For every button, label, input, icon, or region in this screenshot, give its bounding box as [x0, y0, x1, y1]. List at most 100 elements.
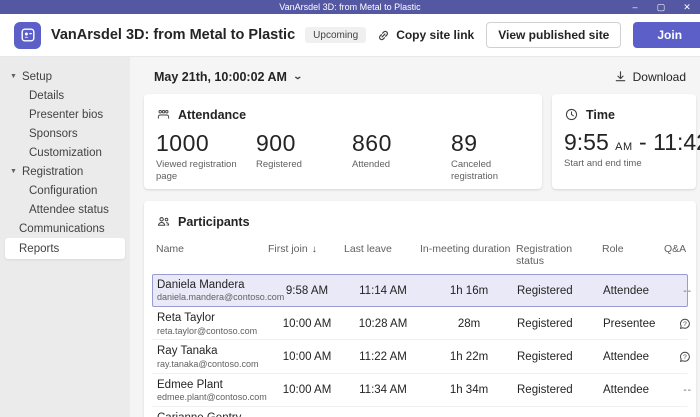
participants-table: Daniela Mandera daniela.mandera@contoso.…: [144, 274, 696, 417]
stat-label: Attended: [352, 159, 440, 171]
sidebar-item-label: Registration: [22, 166, 83, 178]
event-title: VanArsdel 3D: from Metal to Plastic: [51, 27, 295, 43]
last-leave-cell: 11:34 AM: [345, 384, 421, 396]
participant-email: edmee.plant@contoso.com: [157, 392, 269, 403]
stat: 1000 Viewed registration page: [156, 130, 256, 183]
role-cell: Presentee: [603, 318, 665, 330]
status-badge: Upcoming: [305, 27, 366, 43]
sidebar-item[interactable]: Reports: [5, 238, 125, 259]
stat: 860 Attended: [352, 130, 451, 183]
participant-email: reta.taylor@contoso.com: [157, 326, 269, 337]
first-join-cell: 10:00 AM: [269, 318, 345, 330]
sidebar-item-label: Setup: [22, 71, 52, 83]
sidebar-item[interactable]: Communications: [5, 219, 125, 238]
time-subtitle: Start and end time: [552, 156, 696, 169]
webinar-app-icon: [14, 22, 41, 49]
registration-status-cell: Registered: [517, 285, 603, 297]
registration-status-cell: Registered: [517, 318, 603, 330]
first-join-cell: 9:58 AM: [269, 285, 345, 297]
copy-site-link-button[interactable]: Copy site link: [376, 28, 474, 43]
stat-value: 860: [352, 130, 451, 157]
sidebar-item-label: Configuration: [29, 185, 97, 197]
last-leave-cell: 11:14 AM: [345, 285, 421, 297]
participant-row[interactable]: Edmee Plant edmee.plant@contoso.com 10:0…: [152, 374, 688, 407]
role-cell: Attendee: [603, 351, 665, 363]
join-button[interactable]: Join: [633, 22, 700, 48]
participants-icon: [156, 214, 171, 229]
window-title: VanArsdel 3D: from Metal to Plastic: [0, 2, 700, 12]
sidebar-item[interactable]: Presenter bios: [5, 105, 125, 124]
sidebar-item[interactable]: Customization: [5, 143, 125, 162]
report-toolbar: May 21th, 10:00:02 AM ⌄ Download: [142, 65, 696, 94]
participant-row[interactable]: Daniela Mandera daniela.mandera@contoso.…: [152, 274, 688, 307]
participant-name: Daniela Mandera: [157, 278, 269, 292]
duration-cell: 1h 16m: [421, 285, 517, 297]
sidebar-item-label: Reports: [19, 243, 59, 255]
maximize-button[interactable]: ▢: [648, 0, 674, 14]
participants-table-header: Name First join↓ Last leave In-meeting d…: [144, 235, 696, 274]
sidebar-item-label: Presenter bios: [29, 109, 103, 121]
close-button[interactable]: ✕: [674, 0, 700, 14]
svg-text:?: ?: [683, 321, 687, 328]
stat-value: 1000: [156, 130, 256, 157]
chevron-down-icon: ⌄: [292, 71, 303, 82]
duration-cell: 1h 34m: [421, 384, 517, 396]
column-header[interactable]: Role: [602, 243, 664, 267]
sidebar-item[interactable]: Details: [5, 86, 125, 105]
sort-descending-icon: ↓: [312, 244, 317, 255]
clock-icon: [564, 107, 579, 122]
attendance-card-title: Attendance: [178, 108, 246, 122]
participant-row[interactable]: Carianne Gentry carianne.gentry@contoso.…: [152, 407, 688, 417]
attendance-icon: [156, 107, 171, 122]
view-published-site-button[interactable]: View published site: [486, 22, 621, 48]
participant-row[interactable]: Reta Taylor reta.taylor@contoso.com 10:0…: [152, 307, 688, 340]
attendance-card: Attendance 1000 Viewed registration page…: [144, 94, 542, 189]
webinar-icon: [20, 27, 36, 43]
sidebar: ▼ Setup Details Presenter bios Sponsors …: [0, 57, 130, 417]
sidebar-item[interactable]: Sponsors: [5, 124, 125, 143]
column-header[interactable]: In-meeting duration: [420, 243, 516, 267]
session-date-dropdown[interactable]: May 21th, 10:00:02 AM ⌄: [154, 70, 301, 84]
column-header[interactable]: Name: [156, 243, 268, 267]
column-header[interactable]: Q&A: [664, 243, 693, 267]
stat: 89 Canceled registration: [451, 130, 530, 183]
first-join-cell: 10:00 AM: [269, 384, 345, 396]
minimize-button[interactable]: –: [622, 0, 648, 14]
participants-card-title: Participants: [178, 215, 250, 229]
copy-site-link-label: Copy site link: [396, 28, 474, 42]
role-cell: Attendee: [603, 285, 665, 297]
column-header[interactable]: First join↓: [268, 243, 344, 267]
last-leave-cell: 10:28 AM: [345, 318, 421, 330]
participant-name: Ray Tanaka: [157, 344, 269, 358]
sidebar-item-label: Sponsors: [29, 128, 78, 140]
download-label: Download: [633, 70, 686, 84]
link-icon: [376, 28, 391, 43]
participant-name: Carianne Gentry: [157, 411, 269, 417]
sidebar-item[interactable]: ▼ Registration: [5, 162, 125, 181]
sidebar-item[interactable]: Attendee status: [5, 200, 125, 219]
sidebar-item[interactable]: ▼ Setup: [5, 67, 125, 86]
duration-cell: 28m: [421, 318, 517, 330]
column-header[interactable]: Last leave: [344, 243, 420, 267]
registration-status-cell: Registered: [517, 384, 603, 396]
qna-question-bubble-icon[interactable]: ?: [678, 318, 692, 330]
participant-name: Edmee Plant: [157, 378, 269, 392]
sidebar-item-label: Customization: [29, 147, 102, 159]
participant-row[interactable]: Ray Tanaka ray.tanaka@contoso.com 10:00 …: [152, 340, 688, 373]
stat: 900 Registered: [256, 130, 352, 183]
session-date-label: May 21th, 10:00:02 AM: [154, 70, 287, 84]
download-icon: [613, 69, 628, 84]
attendance-stats: 1000 Viewed registration page 900 Regist…: [144, 128, 542, 183]
column-header[interactable]: Registration status: [516, 243, 602, 267]
time-card: Time 9:55 AM - 11:42 AM Start and end ti…: [552, 94, 696, 189]
duration-cell: 1h 22m: [421, 351, 517, 363]
sidebar-item-label: Details: [29, 90, 64, 102]
participant-email: daniela.mandera@contoso.com: [157, 292, 269, 303]
qna-question-bubble-icon[interactable]: ?: [678, 351, 692, 363]
participant-name: Reta Taylor: [157, 311, 269, 325]
role-cell: Attendee: [603, 384, 665, 396]
chevron-collapse-icon: ▼: [10, 73, 17, 80]
download-button[interactable]: Download: [613, 69, 686, 84]
qna-empty: --: [683, 286, 692, 297]
sidebar-item[interactable]: Configuration: [5, 181, 125, 200]
